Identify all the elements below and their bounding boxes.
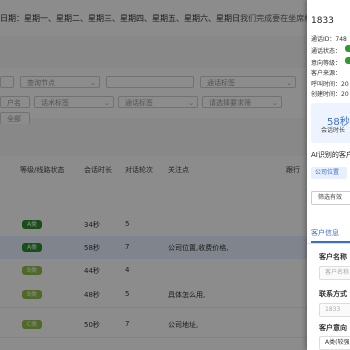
filter-valid-button[interactable]: 筛选有效 xyxy=(311,191,350,205)
intent-label: 客户意向 xyxy=(319,324,347,332)
created-time: 创建时间：20 xyxy=(311,91,349,98)
intent-level-label: 意向等级： xyxy=(311,60,342,67)
focus-chip[interactable]: 公司位置 xyxy=(311,167,347,179)
contact-label: 联系方式 xyxy=(319,290,347,298)
tab-customer-info[interactable]: 客户信息 xyxy=(311,228,339,238)
drawer-phone: 1833 xyxy=(311,16,334,26)
customer-detail-drawer: 1833 通话ID：748 通话状态： 意向等级： 客户来源： 呼叫时间：20 … xyxy=(307,0,350,350)
tab-divider xyxy=(307,243,350,244)
modal-overlay[interactable] xyxy=(0,0,310,350)
customer-name-input[interactable]: 客户名称 xyxy=(319,266,350,280)
call-status-label: 通话状态： xyxy=(311,48,342,55)
duration-stat-label: 会话时长 xyxy=(321,127,346,134)
call-id: 通话ID：748 xyxy=(311,36,347,43)
call-time: 呼叫时间：20 xyxy=(311,81,349,88)
source-label: 客户来源： xyxy=(311,70,342,77)
contact-input[interactable]: 1833 xyxy=(319,303,350,317)
status-indicator xyxy=(345,45,350,52)
intent-indicator xyxy=(345,57,350,64)
intent-select[interactable]: A类(较强 xyxy=(319,336,350,350)
ai-section-title: AI识别的客户 xyxy=(311,151,350,159)
name-label: 客户名称 xyxy=(319,253,347,261)
